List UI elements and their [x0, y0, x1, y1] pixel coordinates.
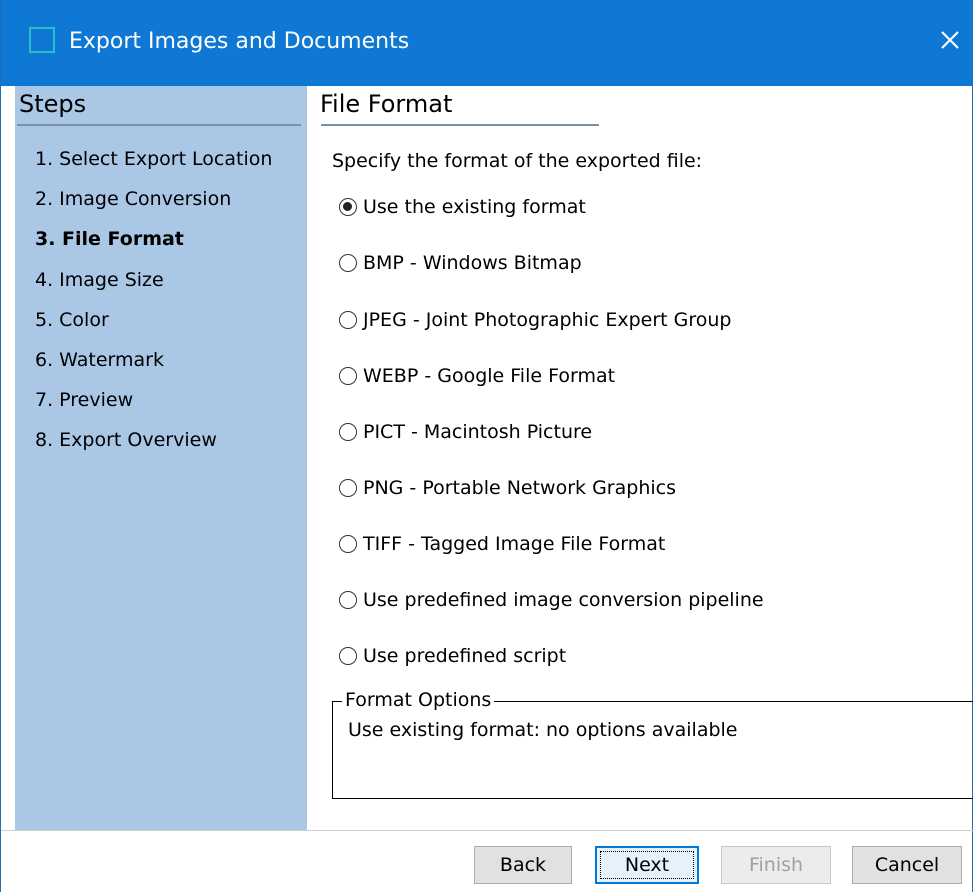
radio-button[interactable] — [339, 535, 357, 553]
steps-heading-divider — [17, 124, 301, 126]
radio-label: PNG - Portable Network Graphics — [363, 477, 676, 499]
radio-webp[interactable]: WEBP - Google File Format — [339, 364, 615, 388]
format-options-text: Use existing format: no options availabl… — [348, 719, 738, 741]
back-button[interactable]: Back — [474, 846, 572, 884]
title-bar: Export Images and Documents — [1, 0, 973, 86]
steps-heading: Steps — [19, 90, 87, 118]
radio-label: PICT - Macintosh Picture — [363, 421, 593, 443]
footer-divider — [1, 830, 973, 831]
radio-tiff[interactable]: TIFF - Tagged Image File Format — [339, 532, 665, 556]
step-select-export-location[interactable]: 1. Select Export Location — [35, 148, 272, 170]
close-button[interactable] — [932, 22, 968, 58]
format-options-group — [332, 701, 973, 799]
focus-ring — [600, 851, 694, 879]
app-window-icon — [29, 27, 55, 53]
radio-button[interactable] — [339, 647, 357, 665]
radio-button[interactable] — [339, 367, 357, 385]
step-preview[interactable]: 7. Preview — [35, 389, 133, 411]
radio-button[interactable] — [339, 479, 357, 497]
radio-predefined-script[interactable]: Use predefined script — [339, 644, 566, 668]
radio-use-existing-format[interactable]: Use the existing format — [339, 195, 586, 219]
export-dialog: Export Images and Documents Steps 1. Sel… — [0, 0, 973, 892]
step-color[interactable]: 5. Color — [35, 309, 109, 331]
radio-conversion-pipeline[interactable]: Use predefined image conversion pipeline — [339, 588, 764, 612]
radio-label: Use the existing format — [363, 196, 586, 218]
radio-label: JPEG - Joint Photographic Expert Group — [363, 309, 732, 331]
back-button-label: Back — [499, 854, 547, 876]
cancel-button[interactable]: Cancel — [852, 846, 962, 884]
radio-label: Use predefined image conversion pipeline — [363, 589, 764, 611]
window-title: Export Images and Documents — [69, 29, 410, 54]
radio-label: WEBP - Google File Format — [363, 365, 616, 387]
radio-label: BMP - Windows Bitmap — [363, 252, 582, 274]
radio-button-checked[interactable] — [339, 198, 357, 216]
close-icon — [941, 31, 959, 49]
radio-bmp[interactable]: BMP - Windows Bitmap — [339, 251, 582, 275]
page-title: File Format — [320, 90, 453, 118]
finish-button-label: Finish — [748, 854, 804, 876]
radio-pict[interactable]: PICT - Macintosh Picture — [339, 420, 592, 444]
page-title-divider — [321, 124, 599, 126]
format-prompt: Specify the format of the exported file: — [332, 150, 703, 172]
radio-button[interactable] — [339, 254, 357, 272]
step-image-conversion[interactable]: 2. Image Conversion — [35, 188, 231, 210]
cancel-button-label: Cancel — [874, 854, 940, 876]
format-options-legend: Format Options — [342, 689, 495, 711]
radio-button[interactable] — [339, 311, 357, 329]
radio-jpeg[interactable]: JPEG - Joint Photographic Expert Group — [339, 308, 732, 332]
radio-button[interactable] — [339, 423, 357, 441]
step-file-format[interactable]: 3. File Format — [35, 228, 184, 250]
radio-label: TIFF - Tagged Image File Format — [363, 533, 666, 555]
step-image-size[interactable]: 4. Image Size — [35, 269, 164, 291]
next-button[interactable]: Next — [595, 846, 699, 884]
radio-png[interactable]: PNG - Portable Network Graphics — [339, 476, 676, 500]
step-export-overview[interactable]: 8. Export Overview — [35, 429, 217, 451]
radio-button[interactable] — [339, 591, 357, 609]
radio-label: Use predefined script — [363, 645, 567, 667]
finish-button[interactable]: Finish — [721, 846, 831, 884]
step-watermark[interactable]: 6. Watermark — [35, 349, 164, 371]
